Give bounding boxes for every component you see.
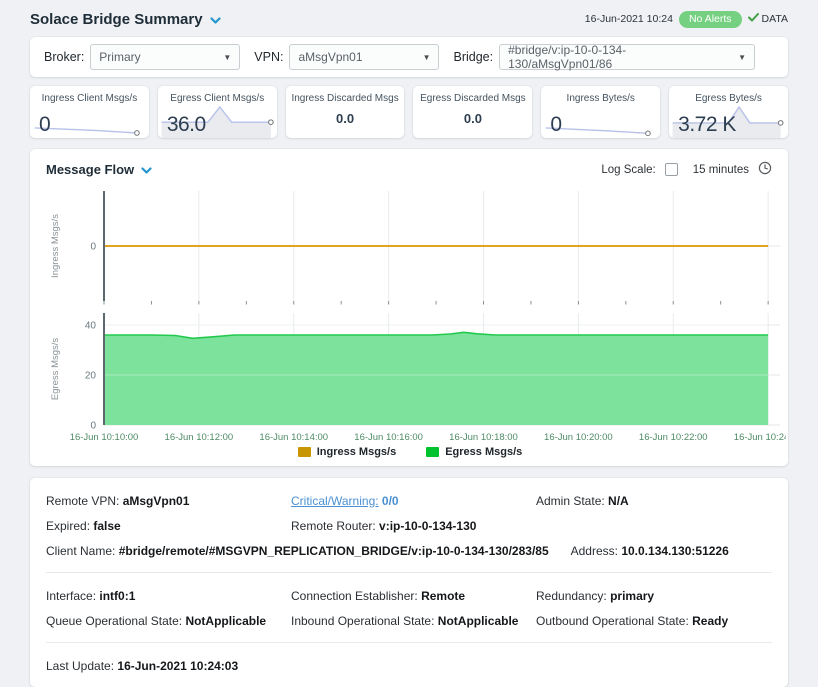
svg-text:16-Jun 10:14:00: 16-Jun 10:14:00 xyxy=(259,432,328,443)
detail-section-remote: Remote VPN: aMsgVpn01 Critical/Warning: … xyxy=(46,478,772,572)
detail-inbound-op-state: Inbound Operational State: NotApplicable xyxy=(291,614,536,628)
detail-row: Queue Operational State: NotApplicable I… xyxy=(46,608,772,633)
svg-text:Egress Msgs/s: Egress Msgs/s xyxy=(50,338,61,401)
chart-header: Message Flow Log Scale: 15 minutes xyxy=(42,161,778,178)
stat-card-egress-discarded-msgs[interactable]: Egress Discarded Msgs 0.0 xyxy=(413,86,532,138)
legend-label: Egress Msgs/s xyxy=(445,446,522,458)
stat-card-egress-bytes[interactable]: Egress Bytes/s 3.72 K xyxy=(669,86,788,138)
vpn-label: VPN: xyxy=(254,50,283,64)
detail-address: Address: 10.0.134.130:51226 xyxy=(571,544,729,558)
bridge-select[interactable]: #bridge/v:ip-10-0-134-130/aMsgVpn01/86 ▼ xyxy=(499,44,755,70)
stat-value: 0.0 xyxy=(286,111,405,126)
dropdown-arrow-icon: ▼ xyxy=(738,53,746,62)
detail-remote-router: Remote Router: v:ip-10-0-134-130 xyxy=(291,519,536,533)
svg-text:40: 40 xyxy=(85,321,97,332)
svg-text:16-Jun 10:18:00: 16-Jun 10:18:00 xyxy=(449,432,518,443)
top-header: Solace Bridge Summary 16-Jun-2021 10:24 … xyxy=(30,8,788,30)
alerts-badge[interactable]: No Alerts xyxy=(679,11,742,28)
svg-text:Ingress Msgs/s: Ingress Msgs/s xyxy=(50,214,61,278)
legend-label: Ingress Msgs/s xyxy=(317,446,396,458)
check-icon xyxy=(748,13,759,25)
data-status-label: DATA xyxy=(762,13,788,25)
svg-text:16-Jun 10:22:00: 16-Jun 10:22:00 xyxy=(639,432,708,443)
detail-row: Last Update: 16-Jun-2021 10:24:03 xyxy=(46,653,772,678)
svg-text:0: 0 xyxy=(90,242,96,253)
detail-expired: Expired: false xyxy=(46,519,291,533)
detail-last-update: Last Update: 16-Jun-2021 10:24:03 xyxy=(46,659,238,673)
header-status: 16-Jun-2021 10:24 No Alerts DATA xyxy=(585,11,788,28)
stat-card-egress-client-msgs[interactable]: Egress Client Msgs/s 36.0 xyxy=(158,86,277,138)
svg-text:16-Jun 10:12:00: 16-Jun 10:12:00 xyxy=(165,432,234,443)
legend-swatch-icon xyxy=(298,447,311,457)
chevron-down-icon[interactable] xyxy=(141,163,152,178)
stat-value: 0 xyxy=(39,113,50,137)
stat-value: 3.72 K xyxy=(678,113,736,137)
bridge-details-card: Remote VPN: aMsgVpn01 Critical/Warning: … xyxy=(30,478,788,687)
detail-connection-establisher: Connection Establisher: Remote xyxy=(291,589,536,603)
svg-text:16-Jun 10:24:00: 16-Jun 10:24:00 xyxy=(734,432,786,443)
chart-legend: Ingress Msgs/s Egress Msgs/s xyxy=(42,446,778,458)
legend-item[interactable]: Ingress Msgs/s xyxy=(298,446,396,458)
detail-admin-state: Admin State: N/A xyxy=(536,494,772,508)
broker-label: Broker: xyxy=(44,50,84,64)
svg-text:20: 20 xyxy=(85,371,97,382)
message-flow-title[interactable]: Message Flow xyxy=(46,161,152,178)
legend-item[interactable]: Egress Msgs/s xyxy=(426,446,522,458)
filter-bar: Broker: Primary ▼ VPN: aMsgVpn01 ▼ Bridg… xyxy=(30,37,788,77)
log-scale-checkbox[interactable] xyxy=(665,163,678,176)
legend-swatch-icon xyxy=(426,447,439,457)
page-title[interactable]: Solace Bridge Summary xyxy=(30,10,221,29)
page-title-text: Solace Bridge Summary xyxy=(30,11,203,28)
dashboard-page: Solace Bridge Summary 16-Jun-2021 10:24 … xyxy=(0,0,818,687)
detail-critical-warning-link[interactable]: Critical/Warning: 0/0 xyxy=(291,494,536,508)
bridge-select-value: #bridge/v:ip-10-0-134-130/aMsgVpn01/86 xyxy=(508,43,730,71)
detail-interface: Interface: intf0:1 xyxy=(46,589,291,603)
detail-section-operational: Interface: intf0:1 Connection Establishe… xyxy=(46,572,772,642)
dropdown-arrow-icon: ▼ xyxy=(223,53,231,62)
detail-outbound-op-state: Outbound Operational State: Ready xyxy=(536,614,772,628)
vpn-filter: VPN: aMsgVpn01 ▼ xyxy=(254,44,439,70)
stat-card-ingress-discarded-msgs[interactable]: Ingress Discarded Msgs 0.0 xyxy=(286,86,405,138)
broker-filter: Broker: Primary ▼ xyxy=(44,44,240,70)
detail-row: Interface: intf0:1 Connection Establishe… xyxy=(46,583,772,608)
bridge-label: Bridge: xyxy=(453,50,493,64)
svg-text:16-Jun 10:16:00: 16-Jun 10:16:00 xyxy=(354,432,423,443)
broker-select[interactable]: Primary ▼ xyxy=(90,44,240,70)
stat-card-ingress-bytes[interactable]: Ingress Bytes/s 0 xyxy=(541,86,660,138)
detail-queue-op-state: Queue Operational State: NotApplicable xyxy=(46,614,291,628)
stat-label: Ingress Discarded Msgs xyxy=(286,93,405,104)
log-scale-label: Log Scale: xyxy=(601,164,655,176)
stat-value: 36.0 xyxy=(167,113,206,137)
vpn-select-value: aMsgVpn01 xyxy=(298,50,362,64)
stat-card-ingress-client-msgs[interactable]: Ingress Client Msgs/s 0 xyxy=(30,86,149,138)
detail-remote-vpn: Remote VPN: aMsgVpn01 xyxy=(46,494,291,508)
chevron-down-icon[interactable] xyxy=(210,12,221,29)
message-flow-card: Message Flow Log Scale: 15 minutes 0 Ingr… xyxy=(30,149,788,466)
detail-row: Expired: false Remote Router: v:ip-10-0-… xyxy=(46,513,772,538)
bridge-filter: Bridge: #bridge/v:ip-10-0-134-130/aMsgVp… xyxy=(453,44,755,70)
chart-controls: Log Scale: 15 minutes xyxy=(601,161,772,178)
detail-redundancy: Redundancy: primary xyxy=(536,589,772,603)
svg-text:0: 0 xyxy=(90,421,96,432)
clock-icon[interactable] xyxy=(758,161,772,178)
message-flow-title-text: Message Flow xyxy=(46,162,134,177)
time-range-label[interactable]: 15 minutes xyxy=(693,164,749,176)
header-timestamp: 16-Jun-2021 10:24 xyxy=(585,13,673,25)
dropdown-arrow-icon: ▼ xyxy=(423,53,431,62)
vpn-select[interactable]: aMsgVpn01 ▼ xyxy=(289,44,439,70)
stats-row: Ingress Client Msgs/s 0 Egress Client Ms… xyxy=(30,86,788,138)
stat-value: 0 xyxy=(550,113,561,137)
detail-client-name: Client Name: #bridge/remote/#MSGVPN_REPL… xyxy=(46,544,549,558)
message-flow-chart[interactable]: 0 Ingress Msgs/s 0 20 40 Egress Msgs/s 16-Jun … xyxy=(42,183,786,445)
detail-row: Remote VPN: aMsgVpn01 Critical/Warning: … xyxy=(46,488,772,513)
detail-section-last-update: Last Update: 16-Jun-2021 10:24:03 xyxy=(46,642,772,687)
stat-label: Egress Discarded Msgs xyxy=(413,93,532,104)
detail-row: Client Name: #bridge/remote/#MSGVPN_REPL… xyxy=(46,538,772,563)
broker-select-value: Primary xyxy=(99,50,140,64)
svg-text:16-Jun 10:10:00: 16-Jun 10:10:00 xyxy=(70,432,139,443)
stat-value: 0.0 xyxy=(413,111,532,126)
data-status: DATA xyxy=(748,13,788,25)
svg-text:16-Jun 10:20:00: 16-Jun 10:20:00 xyxy=(544,432,613,443)
